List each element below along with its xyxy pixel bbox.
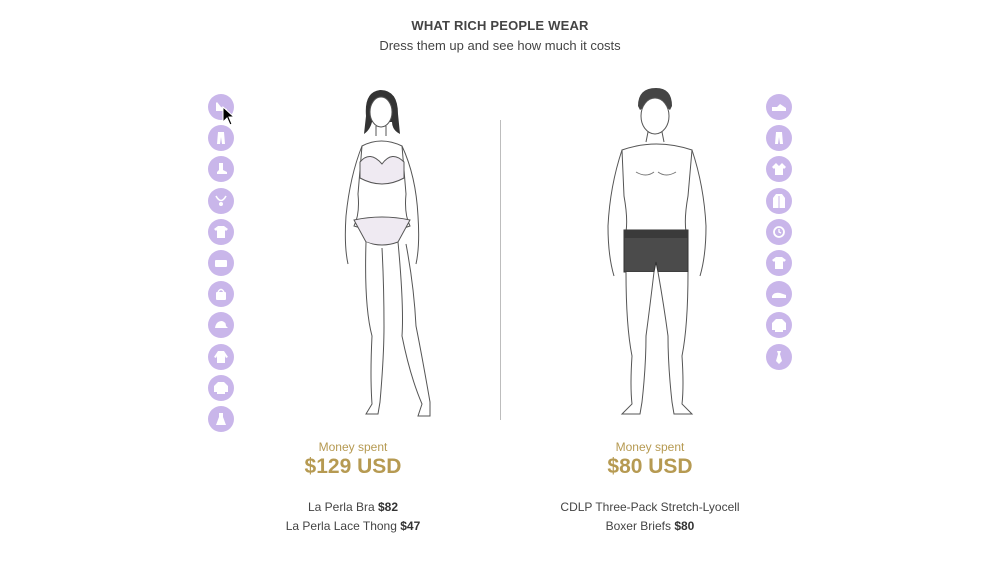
clutch-icon[interactable] bbox=[208, 249, 234, 276]
mouse-cursor-icon bbox=[222, 106, 236, 126]
list-item: Boxer Briefs $80 bbox=[510, 517, 790, 536]
cap-icon[interactable] bbox=[208, 312, 234, 339]
list-item: CDLP Three-Pack Stretch-Lyocell bbox=[510, 498, 790, 517]
man-items-list: CDLP Three-Pack Stretch-Lyocell Boxer Br… bbox=[510, 498, 790, 536]
pants-icon[interactable] bbox=[208, 125, 234, 152]
sweater-icon[interactable] bbox=[766, 312, 792, 339]
item-price: $80 bbox=[674, 519, 695, 533]
handbag-icon[interactable] bbox=[208, 281, 234, 308]
item-name: Boxer Briefs bbox=[605, 519, 671, 533]
dress-icon[interactable] bbox=[208, 405, 234, 432]
money-value: $80 USD bbox=[607, 455, 693, 478]
woman-figure bbox=[344, 90, 431, 417]
page-title: WHAT RICH PEOPLE WEAR bbox=[411, 18, 589, 33]
man-clothing-icons bbox=[766, 94, 794, 375]
item-price: $82 bbox=[378, 500, 399, 514]
item-price: $47 bbox=[400, 519, 421, 533]
blouse-icon[interactable] bbox=[208, 343, 234, 370]
woman-money-spent: Money spent $129 USD bbox=[233, 440, 473, 479]
woman-items-list: La Perla Bra $82 La Perla Lace Thong $47 bbox=[213, 498, 493, 536]
coat-icon[interactable] bbox=[766, 187, 792, 214]
loafer-icon[interactable] bbox=[766, 281, 792, 308]
woman-clothing-icons bbox=[208, 94, 236, 437]
item-name: La Perla Lace Thong bbox=[285, 519, 397, 533]
list-item: La Perla Bra $82 bbox=[213, 498, 493, 517]
watch-icon[interactable] bbox=[766, 218, 792, 245]
pants-icon[interactable] bbox=[766, 125, 792, 152]
sneaker-icon[interactable] bbox=[766, 94, 792, 120]
man-money-spent: Money spent $80 USD bbox=[530, 440, 770, 479]
item-name: CDLP Three-Pack Stretch-Lyocell bbox=[560, 500, 740, 514]
necklace-icon[interactable] bbox=[208, 187, 234, 214]
money-label: Money spent bbox=[318, 440, 388, 454]
tie-icon[interactable] bbox=[766, 343, 792, 370]
tshirt-icon[interactable] bbox=[208, 218, 234, 245]
boot-icon[interactable] bbox=[208, 156, 234, 183]
jacket-icon[interactable] bbox=[208, 374, 234, 401]
list-item: La Perla Lace Thong $47 bbox=[213, 517, 493, 536]
money-value: $129 USD bbox=[304, 455, 402, 478]
man-figure bbox=[607, 88, 707, 415]
item-name: La Perla Bra bbox=[307, 500, 375, 514]
tshirt-icon[interactable] bbox=[766, 249, 792, 276]
money-label: Money spent bbox=[615, 440, 685, 454]
shirt-icon[interactable] bbox=[766, 156, 792, 183]
page-subtitle: Dress them up and see how much it costs bbox=[379, 38, 621, 53]
page-header: WHAT RICH PEOPLE WEAR Dress them up and … bbox=[0, 18, 1000, 53]
panel-divider bbox=[500, 120, 501, 420]
